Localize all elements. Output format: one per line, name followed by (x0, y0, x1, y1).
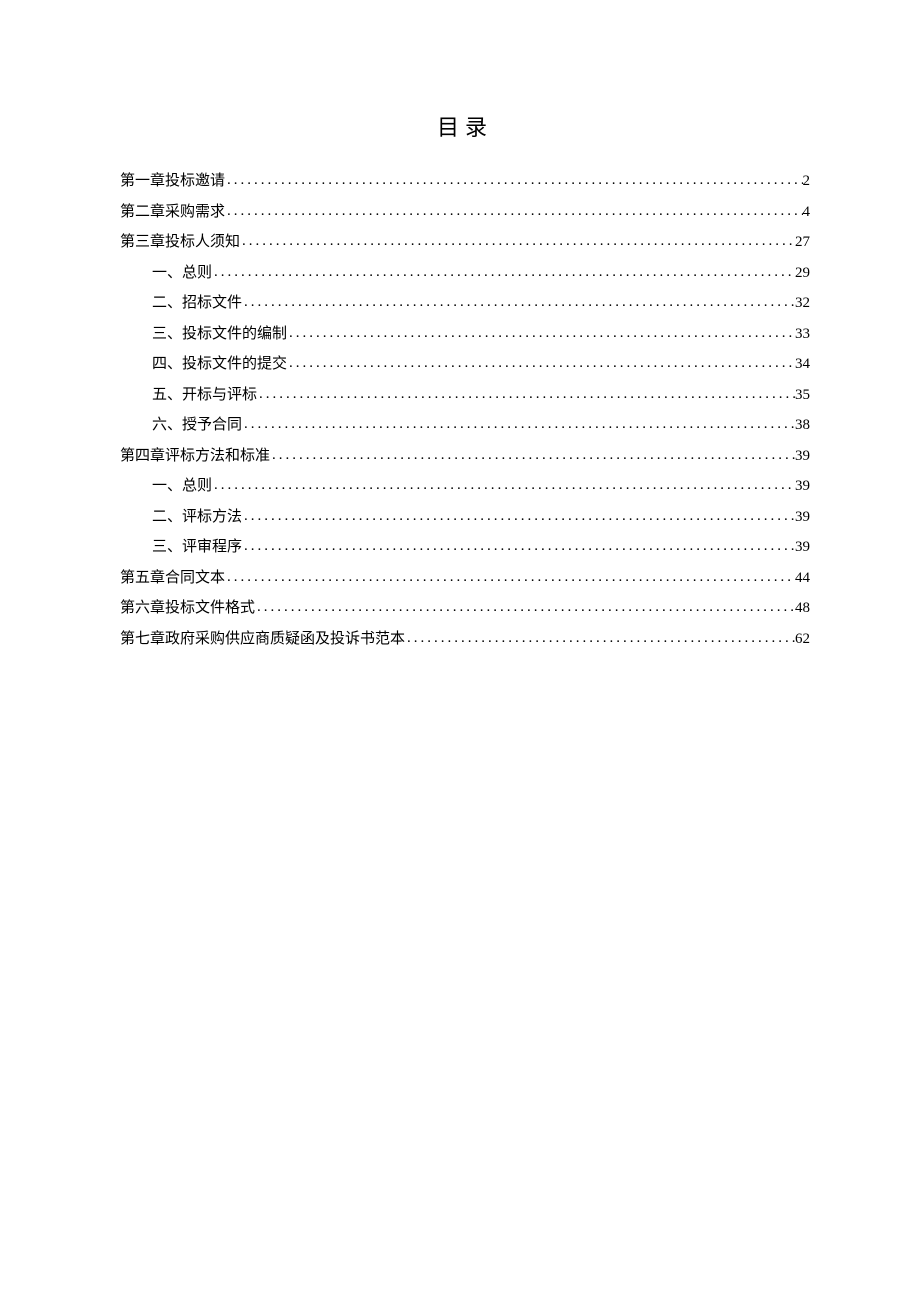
toc-leader-dots (270, 444, 795, 467)
toc-entry-label: 第二章采购需求 (120, 201, 225, 224)
toc-leader-dots (257, 383, 795, 406)
toc-entry-label: 第一章投标邀请 (120, 170, 225, 193)
toc-entry[interactable]: 二、招标文件 32 (120, 292, 810, 315)
toc-entry[interactable]: 四、投标文件的提交 34 (120, 353, 810, 376)
toc-entry-page: 62 (795, 628, 810, 651)
table-of-contents: 第一章投标邀请 2 第二章采购需求 4 第三章投标人须知 27 一、总则 29 二、招标文件 32… (120, 170, 810, 650)
toc-entry[interactable]: 一、总则 29 (120, 262, 810, 285)
toc-entry-page: 39 (795, 506, 810, 529)
toc-entry-page: 27 (795, 231, 810, 254)
toc-entry-label: 二、评标方法 (152, 506, 242, 529)
document-page: 目录 第一章投标邀请 2 第二章采购需求 4 第三章投标人须知 27 一、总则 29 二、招标文… (0, 0, 920, 650)
toc-entry[interactable]: 第一章投标邀请 2 (120, 170, 810, 193)
toc-entry-label: 第四章评标方法和标准 (120, 445, 270, 468)
toc-leader-dots (225, 200, 802, 223)
toc-entry[interactable]: 三、评审程序 39 (120, 536, 810, 559)
toc-entry-label: 一、总则 (152, 262, 212, 285)
toc-entry-label: 一、总则 (152, 475, 212, 498)
toc-entry-page: 44 (795, 567, 810, 590)
toc-entry-page: 39 (795, 536, 810, 559)
toc-leader-dots (212, 474, 795, 497)
toc-entry[interactable]: 第四章评标方法和标准 39 (120, 445, 810, 468)
toc-leader-dots (225, 566, 795, 589)
toc-entry[interactable]: 第七章政府采购供应商质疑函及投诉书范本 62 (120, 628, 810, 651)
toc-entry-page: 39 (795, 475, 810, 498)
toc-leader-dots (212, 261, 795, 284)
toc-entry[interactable]: 三、投标文件的编制 33 (120, 323, 810, 346)
toc-leader-dots (225, 169, 802, 192)
toc-leader-dots (255, 596, 795, 619)
toc-entry-page: 4 (803, 201, 811, 224)
toc-leader-dots (405, 627, 795, 650)
toc-entry-label: 三、投标文件的编制 (152, 323, 287, 346)
toc-entry-label: 六、授予合同 (152, 414, 242, 437)
toc-entry-page: 39 (795, 445, 810, 468)
toc-entry[interactable]: 一、总则 39 (120, 475, 810, 498)
toc-entry-label: 五、开标与评标 (152, 384, 257, 407)
toc-leader-dots (287, 322, 795, 345)
toc-title: 目录 (120, 110, 810, 142)
toc-entry[interactable]: 第六章投标文件格式 48 (120, 597, 810, 620)
toc-entry[interactable]: 五、开标与评标 35 (120, 384, 810, 407)
toc-entry-label: 四、投标文件的提交 (152, 353, 287, 376)
toc-entry-page: 38 (795, 414, 810, 437)
toc-entry-page: 32 (795, 292, 810, 315)
toc-entry-page: 2 (803, 170, 811, 193)
toc-entry[interactable]: 第二章采购需求 4 (120, 201, 810, 224)
toc-entry-label: 第三章投标人须知 (120, 231, 240, 254)
toc-entry[interactable]: 二、评标方法 39 (120, 506, 810, 529)
toc-entry[interactable]: 六、授予合同 38 (120, 414, 810, 437)
toc-leader-dots (242, 413, 795, 436)
toc-entry-page: 34 (795, 353, 810, 376)
toc-entry-page: 35 (795, 384, 810, 407)
toc-leader-dots (240, 230, 795, 253)
toc-entry-label: 三、评审程序 (152, 536, 242, 559)
toc-entry[interactable]: 第三章投标人须知 27 (120, 231, 810, 254)
toc-entry-page: 33 (795, 323, 810, 346)
toc-entry-label: 第六章投标文件格式 (120, 597, 255, 620)
toc-leader-dots (287, 352, 795, 375)
toc-entry-label: 二、招标文件 (152, 292, 242, 315)
toc-leader-dots (242, 535, 795, 558)
toc-entry[interactable]: 第五章合同文本 44 (120, 567, 810, 590)
toc-leader-dots (242, 505, 795, 528)
toc-entry-label: 第七章政府采购供应商质疑函及投诉书范本 (120, 628, 405, 651)
toc-leader-dots (242, 291, 795, 314)
toc-entry-page: 48 (795, 597, 810, 620)
toc-entry-label: 第五章合同文本 (120, 567, 225, 590)
toc-entry-page: 29 (795, 262, 810, 285)
